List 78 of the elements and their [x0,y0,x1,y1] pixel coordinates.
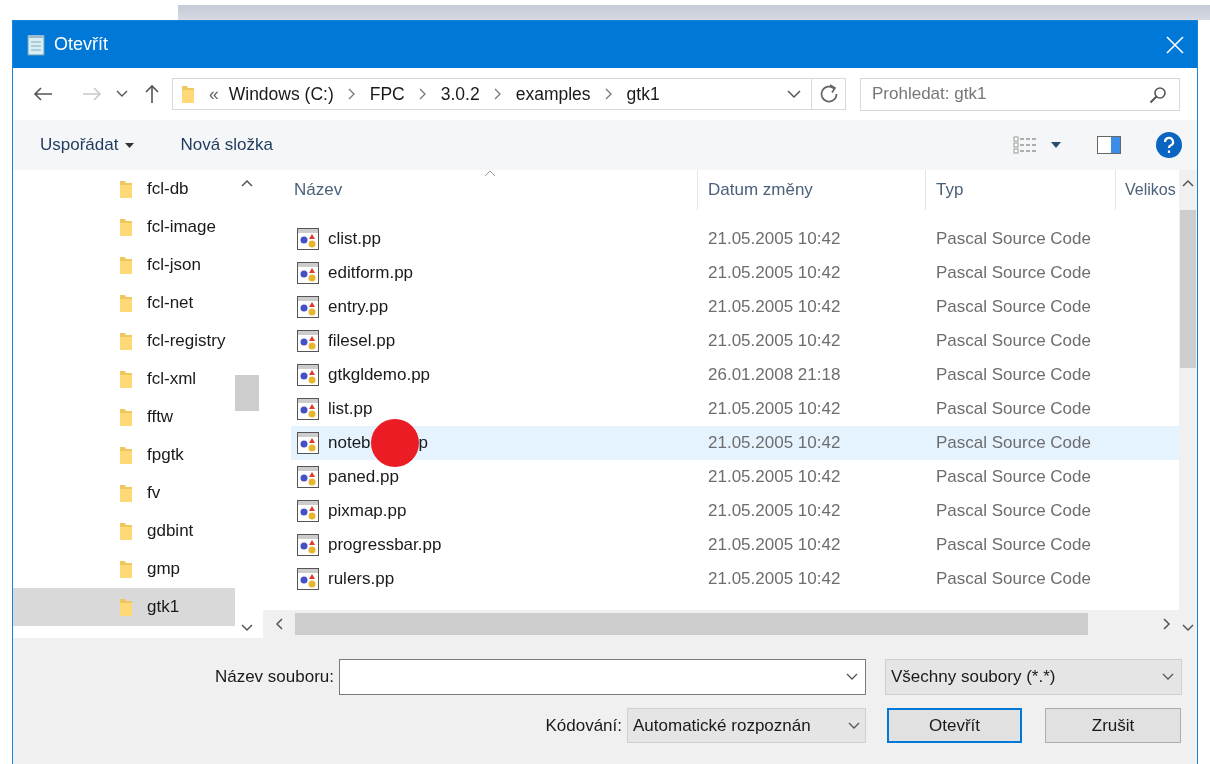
table-cell-text: 21.05.2005 10:42 [708,569,842,589]
table-cell-text: 21.05.2005 10:42 [708,297,842,317]
table-cell: Pascal Source Code [936,365,1091,385]
table-cell: Pascal Source Code [936,433,1091,453]
file-row[interactable]: noteb p 21.05.2005 10:42 Pascal Source Code [291,426,1179,460]
table-cell-text: 21.05.2005 10:42 [708,331,842,351]
file-row[interactable]: gtkgldemo.pp 26.01.2008 21:18 Pascal Source Code [291,358,1179,392]
folder-tree-item[interactable]: fcl-net [13,284,235,322]
file-name: paned.pp [328,467,399,487]
column-header[interactable]: Datum změny [698,170,926,210]
folder-tree-item[interactable]: fpgtk [13,436,235,474]
table-cell-text: 21.05.2005 10:42 [708,263,842,283]
table-cell: Pascal Source Code [936,229,1091,249]
file-row[interactable]: list.pp 21.05.2005 10:42 Pascal Source Code [291,392,1179,426]
table-cell-text: 21.05.2005 10:42 [708,433,842,453]
folder-tree-item[interactable]: gtk1 [13,588,235,626]
table-cell-text: 21.05.2005 10:42 [708,535,842,555]
folder-tree-item[interactable]: fv [13,474,235,512]
folder-tree-item[interactable]: fcl-db [13,170,235,208]
folder-tree-item[interactable]: gdbint [13,512,235,550]
file-name: pixmap.pp [328,501,407,521]
folder-tree-item[interactable]: fcl-json [13,246,235,284]
file-row[interactable]: clist.pp 21.05.2005 10:42 Pascal Source Code [291,222,1179,256]
organize-menu-button[interactable]: Uspořádat [40,131,135,159]
folder-tree-item[interactable]: fcl-registry [13,322,235,360]
file-name: filesel.pp [328,331,396,351]
table-cell-text: 21.05.2005 10:42 [708,501,842,521]
file-name: clist.pp [328,229,381,249]
table-cell-text: 26.01.2008 21:18 [708,365,842,385]
table-cell: Pascal Source Code [936,263,1091,283]
path-overflow[interactable]: « [209,83,219,105]
breadcrumb[interactable]: Windows (C:) [228,83,334,105]
file-row[interactable]: editform.pp 21.05.2005 10:42 Pascal Source Code [291,256,1179,290]
file-name: entry.pp [328,297,389,317]
table-cell-text: 21.05.2005 10:42 [708,229,842,249]
cancel-button[interactable]: Zrušit [1045,708,1181,743]
file-name: noteb [328,433,371,453]
field-label: Název souboru: [213,667,334,687]
file-row[interactable]: pixmap.pp 21.05.2005 10:42 Pascal Source Code [291,494,1179,528]
open-button[interactable]: Otevřít [887,708,1022,743]
table-cell: Pascal Source Code [936,467,1091,487]
file-name: gtkgldemo.pp [328,365,431,385]
column-header[interactable]: Typ [926,170,1116,210]
folder-tree-item[interactable]: gmp [13,550,235,588]
search-field[interactable]: Prohledat: gtk1 [860,77,1180,111]
table-cell-text: 21.05.2005 10:42 [708,399,842,419]
table-cell: Pascal Source Code [936,535,1091,555]
folder-tree-item[interactable]: fftw [13,398,235,436]
breadcrumb[interactable]: examples [515,83,591,105]
column-header[interactable]: Velikos [1116,170,1179,210]
column-header[interactable]: Název [263,170,698,210]
breadcrumb[interactable]: gtk1 [626,83,660,105]
file-name: p [418,433,428,453]
file-row[interactable]: filesel.pp 21.05.2005 10:42 Pascal Source Code [291,324,1179,358]
encoding-dropdown[interactable]: Automatické rozpoznán [627,708,866,743]
table-cell: Pascal Source Code [936,569,1091,589]
folder-tree-item[interactable]: fcl-image [13,208,235,246]
folder-tree-item[interactable]: fcl-xml [13,360,235,398]
table-cell-text: 21.05.2005 10:42 [708,467,842,487]
file-name: rulers.pp [328,569,395,589]
file-row[interactable]: rulers.pp 21.05.2005 10:42 Pascal Source Code [291,562,1179,596]
file-name: editform.pp [328,263,414,283]
table-cell: Pascal Source Code [936,331,1091,351]
window-title: Otevřít [54,34,109,55]
field-label: Kódování: [544,715,622,736]
file-type-dropdown[interactable]: Všechny soubory (*.*) [885,659,1182,695]
table-cell: Pascal Source Code [936,501,1091,521]
file-name: progressbar.pp [328,535,442,555]
file-row[interactable]: entry.pp 21.05.2005 10:42 Pascal Source Code [291,290,1179,324]
new-folder-button[interactable]: Nová složka [180,131,274,159]
address-bar[interactable]: « Windows (C:) FPC 3.0.2 examples gtk1 [172,78,812,110]
file-row[interactable]: paned.pp 21.05.2005 10:42 Pascal Source Code [291,460,1179,494]
table-cell: Pascal Source Code [936,399,1091,419]
breadcrumb[interactable]: 3.0.2 [440,83,480,105]
breadcrumb[interactable]: FPC [369,83,405,105]
file-row[interactable]: progressbar.pp 21.05.2005 10:42 Pascal Source Code [291,528,1179,562]
file-name: list.pp [328,399,373,419]
table-cell: Pascal Source Code [936,297,1091,317]
